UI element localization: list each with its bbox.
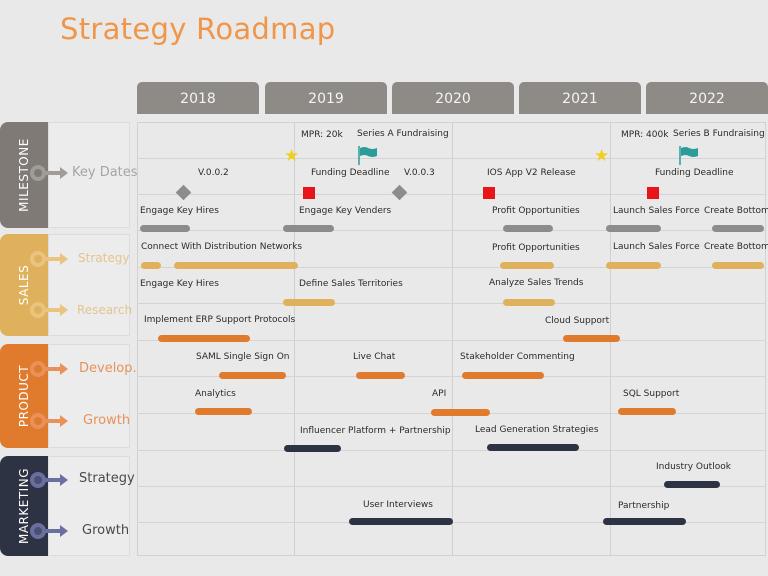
sales-bar xyxy=(606,262,661,269)
row-label-product-growth: Growth xyxy=(83,413,131,428)
row-label-sales-research: Research xyxy=(77,303,133,317)
marketing-partnership: Partnership xyxy=(618,501,670,511)
milestone-v003: V.0.0.3 xyxy=(404,168,435,178)
marketing-influencer-platform: Influencer Platform + Partnership xyxy=(300,426,451,436)
red-square-marker-icon xyxy=(483,187,495,199)
sales-bar xyxy=(174,262,298,269)
product-api: API xyxy=(432,389,447,399)
flag-icon xyxy=(358,146,377,165)
sales-bar xyxy=(500,262,554,269)
milestone-funding-deadline-2: Funding Deadline xyxy=(655,168,734,178)
section-marketing-label: MARKETING xyxy=(17,468,31,544)
marketing-bar xyxy=(664,481,720,488)
product-bar xyxy=(158,335,250,342)
milestone-bar xyxy=(283,225,334,232)
row-label-product-develop: Develop. xyxy=(79,361,137,376)
year-header-2020: 2020 xyxy=(392,82,514,114)
milestone-bar xyxy=(503,225,553,232)
marketing-bar xyxy=(603,518,686,525)
sales-engage-key-hires: Engage Key Hires xyxy=(140,279,219,289)
marketing-user-interviews: User Interviews xyxy=(363,500,433,510)
red-square-marker-icon xyxy=(647,187,659,199)
marketing-lead-generation: Lead Generation Strategies xyxy=(475,425,599,435)
star-icon: ★ xyxy=(594,146,610,166)
sales-bar xyxy=(503,299,555,306)
arrow-connector-icon xyxy=(30,165,68,181)
sales-bar xyxy=(712,262,764,269)
year-header-2018: 2018 xyxy=(137,82,259,114)
sales-define-territories: Define Sales Territories xyxy=(299,279,403,289)
year-header-2022: 2022 xyxy=(646,82,768,114)
arrow-connector-icon xyxy=(30,361,68,377)
marketing-industry-outlook: Industry Outlook xyxy=(656,462,731,472)
arrow-connector-icon xyxy=(30,302,68,318)
product-bar xyxy=(356,372,405,379)
sales-connect-networks: Connect With Distribution Networks xyxy=(141,242,303,252)
arrow-connector-icon xyxy=(30,472,68,488)
sales-analyze-trends: Analyze Sales Trends xyxy=(489,278,584,288)
sales-launch-sales-force: Launch Sales Force xyxy=(613,242,700,252)
milestone-mpr-20k: MPR: 20k xyxy=(301,130,343,140)
product-bar xyxy=(431,409,490,416)
marketing-bar xyxy=(349,518,453,525)
milestone-bar xyxy=(712,225,764,232)
grid-divider xyxy=(294,122,295,556)
milestone-launch-sales-force: Launch Sales Force xyxy=(613,206,700,216)
section-sales-rowlabels xyxy=(48,234,130,336)
product-bar xyxy=(462,372,544,379)
year-header-2021: 2021 xyxy=(519,82,641,114)
arrow-connector-icon xyxy=(30,251,68,267)
product-stakeholder-commenting: Stakeholder Commenting xyxy=(460,352,575,362)
page-title: Strategy Roadmap xyxy=(60,12,336,46)
arrow-connector-icon xyxy=(30,523,68,539)
milestone-funding-deadline-1: Funding Deadline xyxy=(311,168,390,178)
section-sales-label: SALES xyxy=(17,264,31,306)
milestone-series-b: Series B Fundraising xyxy=(673,129,765,139)
milestone-engage-key-hires: Engage Key Hires xyxy=(140,206,219,216)
milestone-ios-release: IOS App V2 Release xyxy=(487,168,576,178)
milestone-bar xyxy=(606,225,661,232)
section-product-label: PRODUCT xyxy=(17,364,32,428)
grid-row-line xyxy=(137,450,766,451)
milestone-bar xyxy=(140,225,190,232)
product-bar xyxy=(563,335,620,342)
star-icon: ★ xyxy=(284,146,300,166)
milestone-create-bottom: Create Bottom xyxy=(704,206,768,216)
product-bar xyxy=(618,408,676,415)
milestone-mpr-400k: MPR: 400k xyxy=(621,130,669,140)
row-label-marketing-strategy: Strategy xyxy=(79,471,135,486)
product-live-chat: Live Chat xyxy=(353,352,396,362)
milestone-series-a: Series A Fundraising xyxy=(357,129,449,139)
product-saml-sso: SAML Single Sign On xyxy=(196,352,290,362)
milestone-engage-key-venders: Engage Key Venders xyxy=(299,206,392,216)
flag-icon xyxy=(679,146,698,165)
sales-profit-opportunities: Profit Opportunities xyxy=(492,243,580,253)
milestone-profit-opportunities: Profit Opportunities xyxy=(492,206,580,216)
row-label-key-dates: Key Dates xyxy=(72,165,138,180)
product-bar xyxy=(219,372,286,379)
row-label-sales-strategy: Strategy xyxy=(78,251,130,265)
row-label-marketing-growth: Growth xyxy=(82,523,130,538)
sales-bar xyxy=(141,262,161,269)
marketing-bar xyxy=(284,445,341,452)
product-sql-support: SQL Support xyxy=(623,389,680,399)
grid-row-line xyxy=(137,230,766,231)
grid-row-line xyxy=(137,303,766,304)
grid-divider xyxy=(452,122,453,556)
arrow-connector-icon xyxy=(30,413,68,429)
sales-create-bottom: Create Bottom xyxy=(704,242,768,252)
product-bar xyxy=(195,408,252,415)
milestone-v002: V.0.0.2 xyxy=(198,168,229,178)
sales-bar xyxy=(283,299,335,306)
grid-row-line xyxy=(137,158,766,159)
marketing-bar xyxy=(487,444,579,451)
grid-row-line xyxy=(137,194,766,195)
product-analytics: Analytics xyxy=(195,389,236,399)
section-product-rowlabels xyxy=(48,344,130,448)
red-square-marker-icon xyxy=(303,187,315,199)
year-header-2019: 2019 xyxy=(265,82,387,114)
product-cloud-support: Cloud Support xyxy=(545,316,610,326)
product-erp-protocols: Implement ERP Support Protocols xyxy=(144,315,296,325)
